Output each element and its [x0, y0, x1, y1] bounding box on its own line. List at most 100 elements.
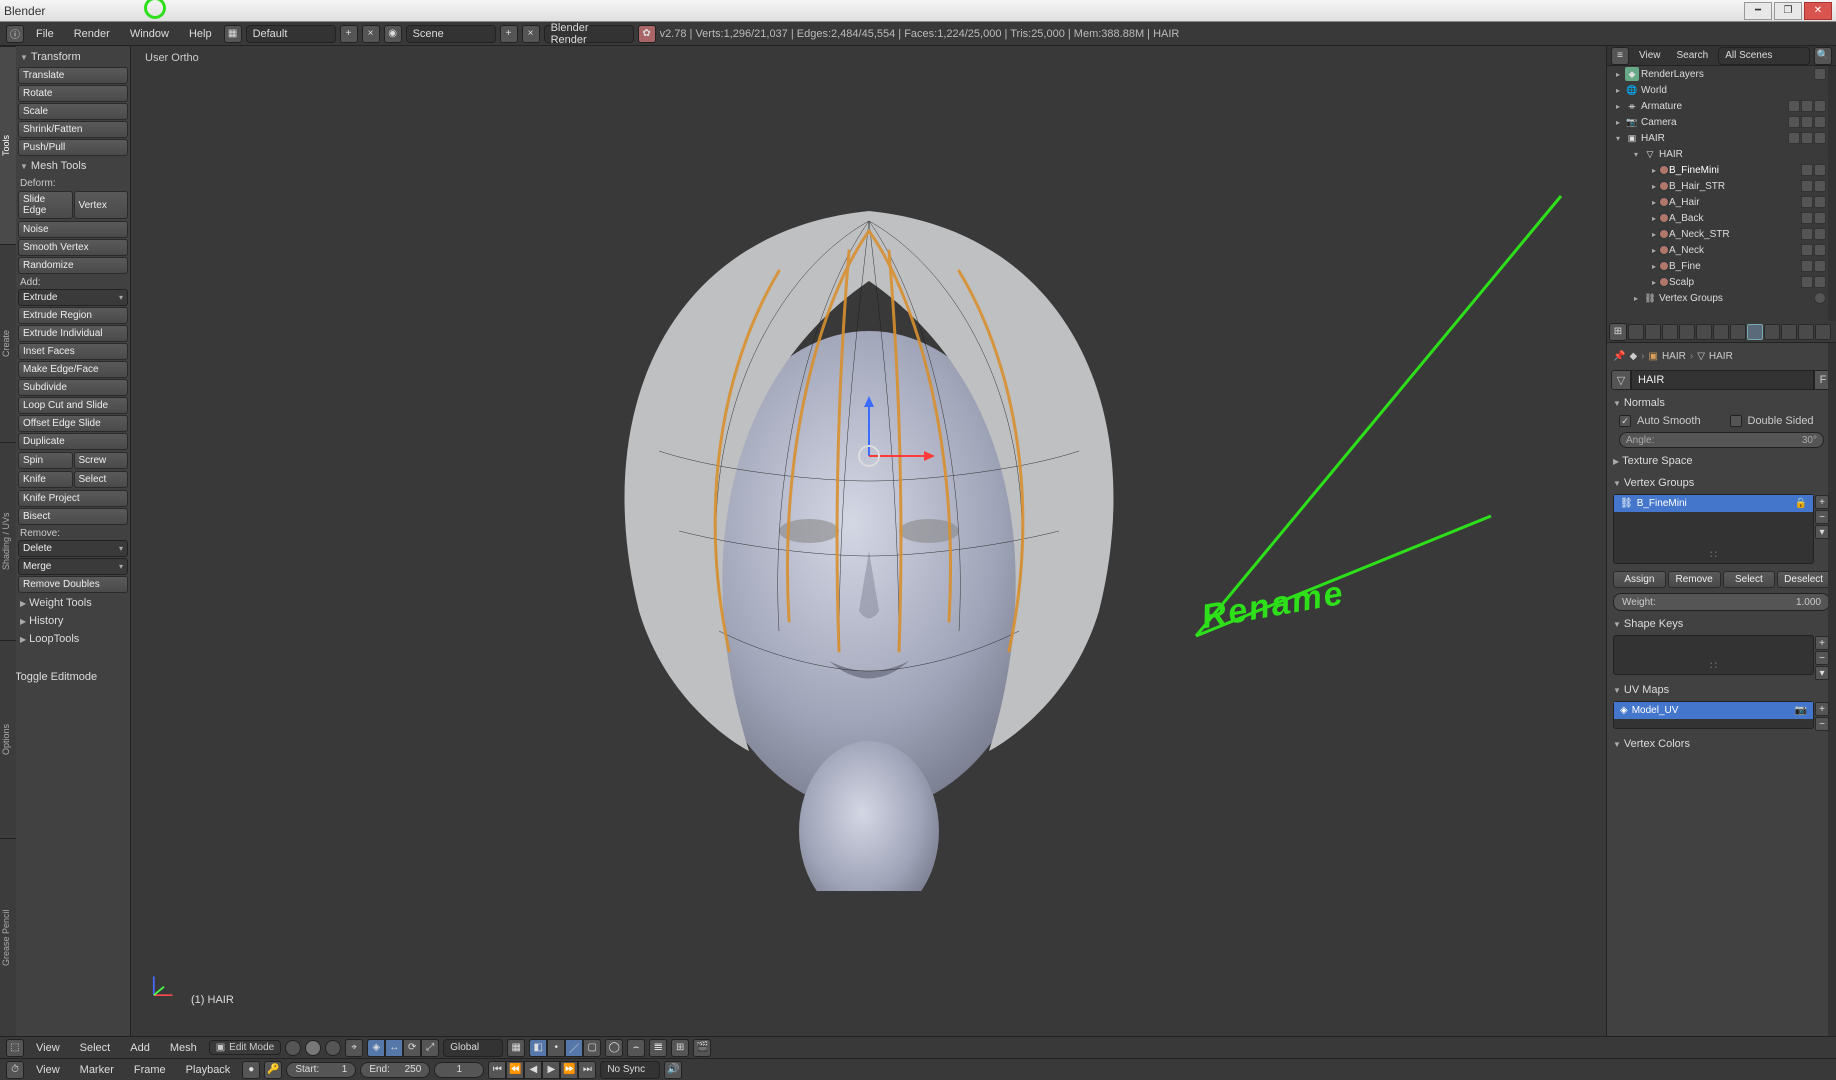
properties-editor-icon[interactable]: ⊞: [1609, 323, 1627, 341]
restrict-rend-button[interactable]: [1814, 100, 1826, 112]
maximize-button[interactable]: ❐: [1774, 2, 1802, 20]
minimize-button[interactable]: ━: [1744, 2, 1772, 20]
assign-button[interactable]: Assign: [1613, 571, 1666, 588]
start-frame-field[interactable]: Start:1: [286, 1062, 356, 1078]
extrude-dropdown[interactable]: Extrude: [18, 289, 128, 306]
autokey-button[interactable]: ●: [242, 1061, 260, 1079]
expand-toggle-icon[interactable]: ▸: [1649, 246, 1659, 255]
snap-button[interactable]: 𝌆: [649, 1039, 667, 1057]
layout-add-button[interactable]: +: [340, 25, 358, 43]
expand-toggle-icon[interactable]: ▾: [1631, 150, 1641, 159]
knife-button[interactable]: Knife: [18, 471, 73, 488]
restrict-rend-button[interactable]: [1814, 132, 1826, 144]
shape-keys-list[interactable]: ∷ + − ▾: [1613, 635, 1814, 675]
shapekey-add-button[interactable]: +: [1815, 636, 1829, 650]
vmenu-add[interactable]: Add: [122, 1040, 158, 1056]
expand-toggle-icon[interactable]: ▸: [1649, 214, 1659, 223]
outliner-row[interactable]: ▾▣HAIR: [1607, 130, 1836, 146]
smooth-vertex-button[interactable]: Smooth Vertex: [18, 239, 128, 256]
shading-solid-button[interactable]: [305, 1040, 321, 1056]
jump-start-button[interactable]: ⏮: [488, 1061, 506, 1079]
prop-tab-physics[interactable]: [1815, 324, 1831, 340]
panel-transform-header[interactable]: Transform: [18, 48, 128, 66]
meshdata-icon[interactable]: ▽: [1611, 370, 1631, 390]
panel-texture-space-header[interactable]: Texture Space: [1611, 452, 1832, 470]
expand-toggle-icon[interactable]: ▸: [1649, 198, 1659, 207]
close-button[interactable]: ✕: [1804, 2, 1832, 20]
translate-manipulator-button[interactable]: ↔: [385, 1039, 403, 1057]
outliner-row[interactable]: ▸B_Hair_STR: [1607, 178, 1836, 194]
outliner-row[interactable]: ▸B_Fine: [1607, 258, 1836, 274]
shapekey-remove-button[interactable]: −: [1815, 651, 1829, 665]
restrict-pin-button[interactable]: [1814, 68, 1826, 80]
orientation-selector[interactable]: Global: [443, 1039, 503, 1057]
vertex-groups-list[interactable]: ⛓ B_FineMini 🔒 ∷ + − ▾: [1613, 494, 1814, 564]
vtab-grease-pencil[interactable]: Grease Pencil: [0, 838, 16, 1036]
sync-mode-selector[interactable]: No Sync: [600, 1061, 660, 1079]
render-engine-selector[interactable]: Blender Render: [544, 25, 634, 43]
panel-weight-tools-header[interactable]: Weight Tools: [18, 594, 128, 612]
rotate-manipulator-button[interactable]: ⟳: [403, 1039, 421, 1057]
panel-looptools-header[interactable]: LoopTools: [18, 630, 128, 648]
scale-button[interactable]: Scale: [18, 103, 128, 120]
prop-tab-material[interactable]: [1764, 324, 1780, 340]
prop-tab-constraints[interactable]: [1713, 324, 1729, 340]
prop-tab-render[interactable]: [1628, 324, 1644, 340]
pivot-selector[interactable]: ⌖: [345, 1039, 363, 1057]
crumb-object[interactable]: HAIR: [1662, 351, 1686, 362]
3d-viewport[interactable]: User Ortho: [131, 46, 1606, 1036]
uv-maps-list[interactable]: ◈ Model_UV 📷 + −: [1613, 701, 1814, 729]
outliner-row[interactable]: ▸A_Neck: [1607, 242, 1836, 258]
uvmap-remove-button[interactable]: −: [1815, 717, 1829, 731]
restrict-eye-button[interactable]: [1788, 132, 1800, 144]
make-edge-face-button[interactable]: Make Edge/Face: [18, 361, 128, 378]
play-button[interactable]: ▶: [542, 1061, 560, 1079]
info-editor-icon[interactable]: ⓘ: [6, 25, 24, 43]
current-frame-field[interactable]: 1: [434, 1062, 484, 1078]
restrict-sel-button[interactable]: [1801, 116, 1813, 128]
prop-tab-object[interactable]: [1696, 324, 1712, 340]
vmenu-select[interactable]: Select: [72, 1040, 119, 1056]
spin-button[interactable]: Spin: [18, 452, 73, 469]
expand-toggle-icon[interactable]: ▸: [1649, 182, 1659, 191]
randomize-button[interactable]: Randomize: [18, 257, 128, 274]
noise-button[interactable]: Noise: [18, 221, 128, 238]
timeline-speaker-icon[interactable]: 🔊: [664, 1061, 682, 1079]
layout-selector[interactable]: Default: [246, 25, 336, 43]
restrict-sel-button[interactable]: [1801, 132, 1813, 144]
outliner-row[interactable]: ▸A_Neck_STR: [1607, 226, 1836, 242]
loop-cut-slide-button[interactable]: Loop Cut and Slide: [18, 397, 128, 414]
expand-toggle-icon[interactable]: ▸: [1649, 230, 1659, 239]
vmenu-view[interactable]: View: [28, 1040, 68, 1056]
prop-tab-texture[interactable]: [1781, 324, 1797, 340]
menu-window[interactable]: Window: [122, 26, 177, 42]
snap-element-button[interactable]: ⊞: [671, 1039, 689, 1057]
restrict-rend-button[interactable]: [1814, 116, 1826, 128]
panel-shape-keys-header[interactable]: Shape Keys: [1611, 615, 1832, 633]
panel-normals-header[interactable]: Normals: [1611, 394, 1832, 412]
manipulator-button[interactable]: ◈: [367, 1039, 385, 1057]
push-pull-button[interactable]: Push/Pull: [18, 139, 128, 156]
prop-tab-data[interactable]: [1747, 324, 1763, 340]
prop-tab-render-layers[interactable]: [1645, 324, 1661, 340]
knife-select-button[interactable]: Select: [74, 471, 129, 488]
vertex-group-item[interactable]: ⛓ B_FineMini 🔒: [1614, 495, 1813, 512]
weight-slider[interactable]: Weight: 1.000: [1613, 593, 1830, 611]
deselect-button[interactable]: Deselect: [1777, 571, 1830, 588]
pin-icon[interactable]: 📌: [1613, 351, 1625, 362]
scene-selector[interactable]: Scene: [406, 25, 496, 43]
outliner-row[interactable]: ▸◆RenderLayers: [1607, 66, 1836, 82]
expand-toggle-icon[interactable]: ▸: [1649, 278, 1659, 287]
outliner-row[interactable]: ▸⛓Vertex Groups: [1607, 290, 1836, 306]
prop-tab-particles[interactable]: [1798, 324, 1814, 340]
offset-edge-slide-button[interactable]: Offset Edge Slide: [18, 415, 128, 432]
outliner-search-icon[interactable]: 🔍: [1814, 47, 1832, 65]
tmenu-playback[interactable]: Playback: [178, 1062, 239, 1078]
outliner-row[interactable]: ▸Scalp: [1607, 274, 1836, 290]
mode-selector[interactable]: ▣ Edit Mode: [209, 1040, 281, 1055]
outliner-row[interactable]: ▾▽HAIR: [1607, 146, 1836, 162]
shapekey-specials-button[interactable]: ▾: [1815, 666, 1829, 680]
expand-toggle-icon[interactable]: ▸: [1613, 102, 1623, 111]
restrict-eye-button[interactable]: [1788, 116, 1800, 128]
outliner-filter-selector[interactable]: All Scenes: [1718, 47, 1810, 65]
